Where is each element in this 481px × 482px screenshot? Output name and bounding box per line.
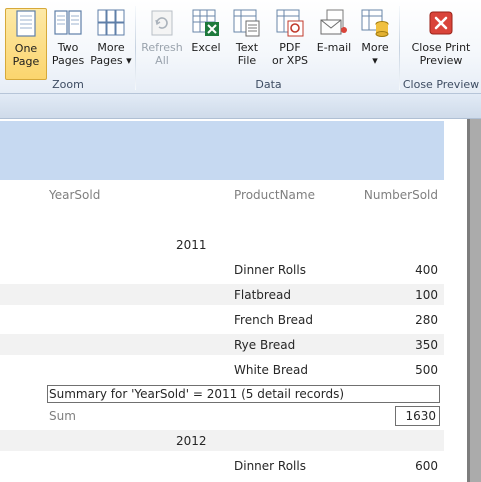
data-group-label: Data (255, 78, 282, 91)
two-pages-label: Two Pages (51, 41, 85, 67)
text-file-label: Text File (235, 41, 259, 67)
ribbon: One Page Two Pages More Pages ▾ Zoom Ref… (0, 0, 481, 94)
table-row-number: 600 (415, 459, 438, 473)
ribbon-bottom-strip (0, 94, 481, 119)
more-pages-label: More Pages ▾ (90, 41, 132, 67)
text-file-icon (233, 9, 260, 37)
excel-icon (192, 9, 219, 36)
report-page: YearSold ProductName NumberSold 2011 Din… (0, 119, 467, 482)
group-summary-text: Summary for 'YearSold' = 2011 (5 detail … (49, 387, 345, 401)
text-file-button[interactable]: Text File (228, 8, 266, 78)
group-year: 2011 (176, 238, 207, 252)
close-preview-group: Close Print Preview Close Preview (401, 0, 481, 93)
sum-value-box: 1630 (395, 406, 440, 426)
two-pages-button[interactable]: Two Pages (48, 8, 88, 78)
table-row-product: White Bread (234, 363, 308, 377)
zoom-group: One Page Two Pages More Pages ▾ Zoom (0, 0, 136, 93)
report-header-band (0, 121, 444, 180)
table-row-product: Rye Bread (234, 338, 296, 352)
close-print-preview-button[interactable]: Close Print Preview (405, 8, 477, 78)
table-row-product: Flatbread (234, 288, 291, 302)
table-row-number: 280 (415, 313, 438, 327)
table-row-number: 400 (415, 263, 438, 277)
refresh-all-label: Refresh All (141, 41, 183, 67)
alt-row-band (0, 430, 444, 451)
more-export-button[interactable]: More ▾ (357, 8, 393, 78)
close-preview-group-label: Close Preview (402, 78, 480, 91)
one-page-icon (16, 10, 36, 37)
page-edge-shadow (467, 119, 470, 482)
database-export-icon (361, 9, 389, 37)
refresh-icon (151, 10, 173, 36)
email-button[interactable]: E-mail (313, 8, 355, 78)
column-header-yearsold: YearSold (49, 188, 101, 202)
table-row-number: 350 (415, 338, 438, 352)
sum-label: Sum (49, 409, 76, 423)
excel-label: Excel (191, 41, 221, 54)
group-summary-box: Summary for 'YearSold' = 2011 (5 detail … (47, 385, 440, 403)
table-row-number: 500 (415, 363, 438, 377)
data-group: Refresh All Excel Text File PDF or XPS E… (137, 0, 400, 93)
close-icon (429, 11, 453, 35)
email-icon (320, 9, 347, 35)
refresh-all-button[interactable]: Refresh All (141, 8, 183, 78)
table-row-product: Dinner Rolls (234, 263, 306, 277)
table-row-product: French Bread (234, 313, 313, 327)
group-year: 2012 (176, 434, 207, 448)
table-row-number: 100 (415, 288, 438, 302)
email-label: E-mail (316, 41, 352, 54)
column-header-productname: ProductName (234, 188, 315, 202)
one-page-label: One Page (12, 42, 40, 68)
pdf-xps-icon (276, 9, 304, 37)
more-pages-button[interactable]: More Pages ▾ (90, 8, 132, 78)
print-preview-area[interactable]: YearSold ProductName NumberSold 2011 Din… (0, 119, 481, 482)
pdf-xps-button[interactable]: PDF or XPS (270, 8, 310, 78)
pdf-xps-label: PDF or XPS (272, 41, 308, 67)
two-pages-icon (54, 10, 82, 35)
close-print-preview-label: Close Print Preview (411, 41, 471, 67)
sum-value: 1630 (405, 409, 436, 423)
one-page-button[interactable]: One Page (5, 8, 47, 80)
excel-button[interactable]: Excel (187, 8, 225, 78)
more-export-label: More ▾ (361, 41, 389, 67)
column-header-numbersold: NumberSold (363, 188, 438, 202)
table-row-product: Dinner Rolls (234, 459, 306, 473)
zoom-group-label: Zoom (52, 78, 84, 91)
more-pages-icon (97, 9, 125, 36)
